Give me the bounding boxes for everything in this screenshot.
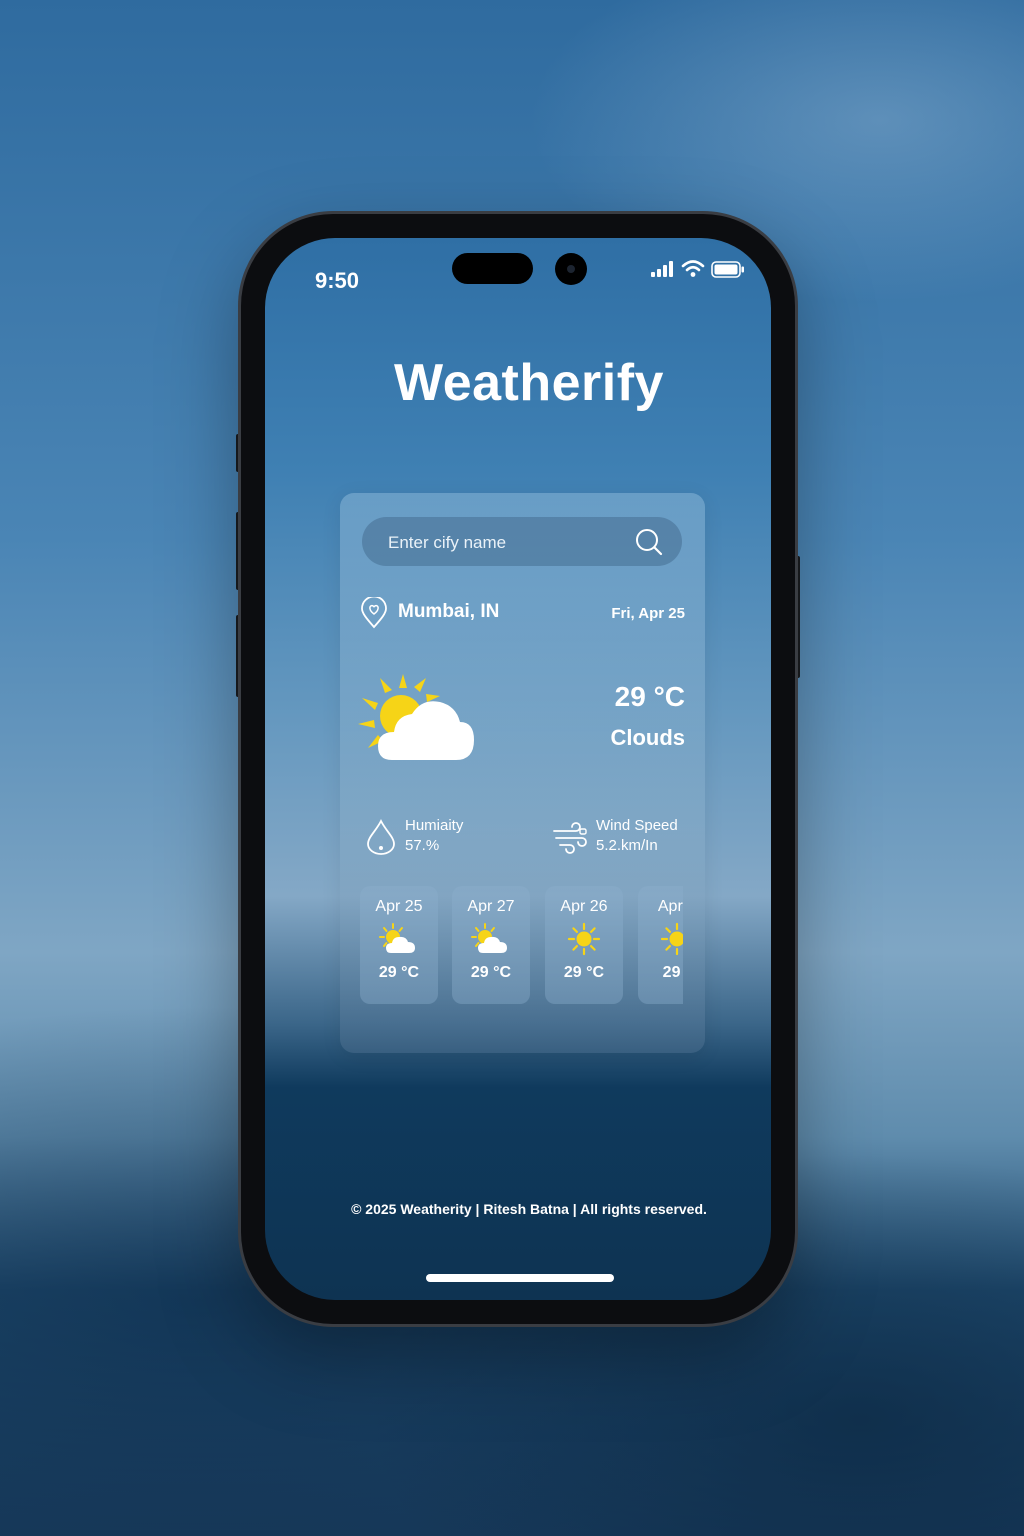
wind-label: Wind Speed — [596, 817, 678, 834]
city-search-input[interactable] — [386, 517, 630, 568]
forecast-date: Apr 1 — [657, 898, 683, 915]
current-date: Fri, Apr 25 — [611, 605, 685, 622]
forecast-date: Apr 25 — [375, 898, 423, 915]
dynamic-island — [452, 253, 533, 284]
current-condition: Clouds — [610, 725, 685, 750]
weather-card: Mumbai, IN Fri, Apr 25 29 °C Clouds — [340, 493, 705, 1053]
app-title: Weatherify — [394, 354, 664, 412]
wifi-icon — [681, 260, 705, 277]
search-bar — [362, 517, 682, 568]
sun-cloud-icon — [358, 674, 474, 760]
current-temperature: 29 °C — [614, 681, 685, 712]
sun-cloud-icon — [471, 923, 507, 953]
forecast-card[interactable]: Apr 25 29 °C — [360, 886, 438, 1004]
sun-icon — [567, 922, 601, 956]
battery-icon — [711, 260, 744, 278]
forecast-temp: 29 °C — [470, 964, 512, 981]
sun-cloud-icon — [379, 923, 415, 953]
forecast-strip[interactable]: Apr 25 29 °C Apr 27 29 °C Apr 26 29 °C A… — [360, 886, 683, 1004]
city-name: Mumbai, IN — [398, 601, 500, 622]
humidity-label: Humiaity — [405, 817, 464, 834]
wind-icon — [553, 822, 587, 854]
location-pin-icon — [361, 597, 387, 629]
forecast-temp: 29 °C — [378, 964, 420, 981]
signal-icon — [651, 261, 673, 277]
sun-icon — [660, 922, 683, 956]
status-time: 9:50 — [315, 268, 360, 293]
droplet-icon — [367, 819, 395, 855]
forecast-card[interactable]: Apr 27 29 °C — [452, 886, 530, 1004]
front-camera — [555, 253, 587, 285]
forecast-temp: 29 °C — [563, 964, 605, 981]
forecast-date: Apr 26 — [560, 898, 608, 915]
humidity-value: 57.% — [405, 837, 440, 854]
forecast-card[interactable]: Apr 26 29 °C — [545, 886, 623, 1004]
phone-screen: 9:50 Weatherify Enter cify name Mumbai, … — [265, 238, 771, 1300]
forecast-date: Apr 27 — [467, 898, 515, 915]
status-icons — [651, 260, 745, 278]
wind-value: 5.2.km/In — [596, 837, 658, 854]
phone-frame: 9:50 Weatherify Enter cify name Mumbai, … — [241, 214, 795, 1324]
home-indicator[interactable] — [426, 1274, 614, 1282]
forecast-temp: 29 ° — [662, 964, 683, 981]
power-button — [795, 556, 800, 678]
location-row: Mumbai, IN Fri, Apr 25 — [360, 597, 685, 631]
forecast-card[interactable]: Apr 1 29 ° — [638, 886, 683, 1004]
search-icon[interactable] — [634, 527, 664, 557]
footer-copyright: © 2025 Weatherity | Ritesh Batna | All r… — [351, 1201, 707, 1217]
